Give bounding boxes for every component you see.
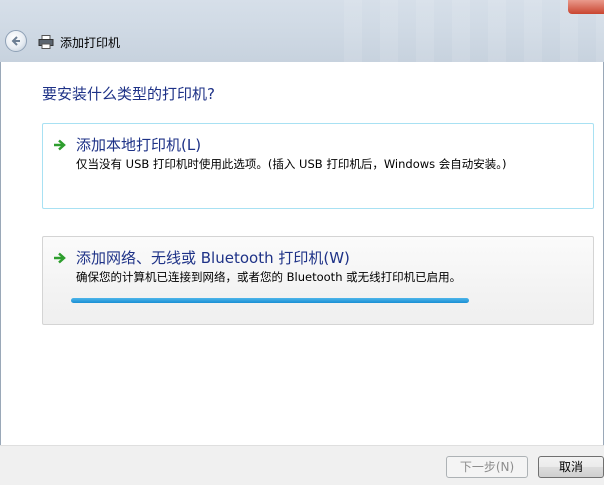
green-arrow-icon xyxy=(54,139,66,151)
title-bar-decoration xyxy=(344,0,604,62)
page-heading: 要安装什么类型的打印机? xyxy=(42,85,215,103)
option-title: 添加本地打印机(L) xyxy=(76,136,202,154)
cancel-button[interactable]: 取消 xyxy=(538,456,604,478)
close-button[interactable] xyxy=(568,0,604,14)
printer-icon xyxy=(38,35,54,49)
title-bar: 添加打印机 xyxy=(0,0,604,62)
window-title: 添加打印机 xyxy=(60,36,121,50)
add-local-printer-option[interactable]: 添加本地打印机(L) 仅当没有 USB 打印机时使用此选项。(插入 USB 打印… xyxy=(42,123,594,209)
add-network-printer-option[interactable]: 添加网络、无线或 Bluetooth 打印机(W) 确保您的计算机已连接到网络，… xyxy=(42,236,594,325)
green-arrow-icon xyxy=(54,252,66,264)
button-bar: 下一步(N) 取消 xyxy=(0,445,604,485)
next-button[interactable]: 下一步(N) xyxy=(446,456,528,478)
option-title: 添加网络、无线或 Bluetooth 打印机(W) xyxy=(76,249,350,267)
back-button[interactable] xyxy=(5,30,27,52)
option-description: 仅当没有 USB 打印机时使用此选项。(插入 USB 打印机后，Windows … xyxy=(76,157,507,171)
focus-highlight-bar xyxy=(71,298,469,303)
back-arrow-icon xyxy=(11,36,20,46)
wizard-content: 要安装什么类型的打印机? 添加本地打印机(L) 仅当没有 USB 打印机时使用此… xyxy=(0,62,604,445)
option-description: 确保您的计算机已连接到网络，或者您的 Bluetooth 或无线打印机已启用。 xyxy=(76,270,462,284)
